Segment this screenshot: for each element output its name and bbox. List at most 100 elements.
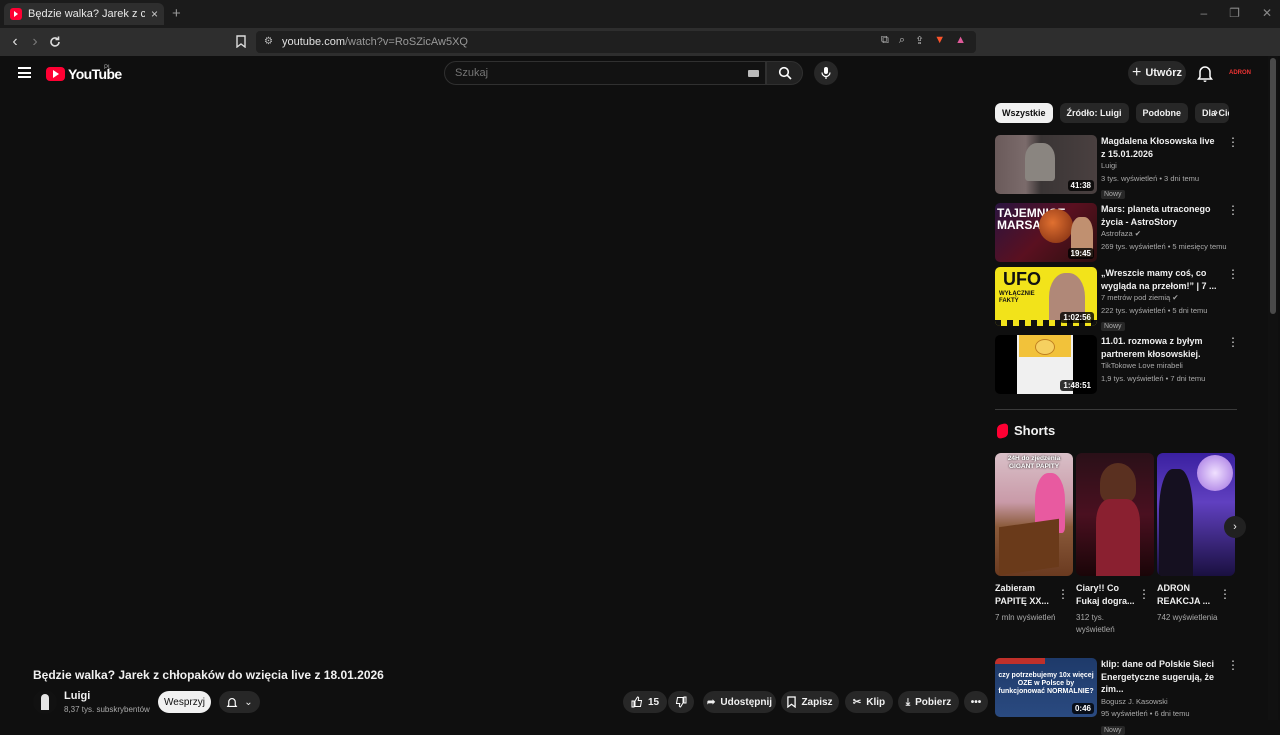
chip-all[interactable]: Wszystkie bbox=[995, 103, 1053, 123]
account-avatar[interactable]: ADRON bbox=[1228, 64, 1252, 82]
brave-rewards-icon[interactable]: ▲ bbox=[955, 34, 966, 47]
video-title[interactable]: Mars: planeta utraconego życia - AstroSt… bbox=[1101, 203, 1219, 228]
list-item[interactable]: 1:48:51 11.01. rozmowa z byłym partnerem… bbox=[995, 335, 1240, 395]
video-thumbnail[interactable]: TAJEMNICE MARSA 19:45 bbox=[995, 203, 1097, 262]
notifications-bell-icon[interactable] bbox=[1196, 63, 1214, 83]
search-box[interactable] bbox=[444, 61, 766, 85]
channel-avatar[interactable] bbox=[33, 690, 57, 714]
forward-icon[interactable]: › bbox=[26, 33, 44, 51]
short-item[interactable]: ADRON REAKCJA ... 742 wyświetlenia ⋮ bbox=[1157, 453, 1235, 624]
video-meta: 95 wyświetleń • 6 dni temu bbox=[1101, 709, 1190, 718]
chip-for-you[interactable]: Dla Ciebie bbox=[1195, 103, 1230, 123]
more-vert-icon[interactable]: ⋮ bbox=[1227, 204, 1239, 216]
new-tab-button[interactable]: + bbox=[172, 5, 181, 22]
list-item[interactable]: TAJEMNICE MARSA 19:45 Mars: planeta utra… bbox=[995, 203, 1240, 263]
microphone-icon bbox=[821, 67, 831, 79]
youtube-play-icon bbox=[46, 67, 65, 81]
browser-tab[interactable]: Będzie walka? Jarek z chłopaków × bbox=[4, 3, 164, 25]
short-title[interactable]: ADRON REAKCJA ... bbox=[1157, 582, 1223, 608]
guide-menu-icon[interactable] bbox=[18, 67, 31, 78]
notification-settings-button[interactable]: ⌄ bbox=[219, 691, 260, 713]
short-thumbnail[interactable] bbox=[1076, 453, 1154, 576]
thumbnail-subtext: WYŁĄCZNIE FAKTY bbox=[999, 291, 1035, 304]
video-title[interactable]: 11.01. rozmowa z byłym partnerem kłosows… bbox=[1101, 335, 1219, 360]
url-path: /watch?v=RoSZicAw5XQ bbox=[344, 36, 468, 48]
more-vert-icon[interactable]: ⋮ bbox=[1227, 136, 1239, 148]
short-item[interactable]: 24H do zjedzenia GIGANT PAPITY Zabieram … bbox=[995, 453, 1073, 624]
list-item[interactable]: czy potrzebujemy 10x więcej OZE w Polsce… bbox=[995, 658, 1240, 735]
video-player[interactable] bbox=[0, 92, 980, 652]
short-title[interactable]: Zabieram PAPITĘ XX... bbox=[995, 582, 1061, 608]
short-thumbnail[interactable] bbox=[1157, 453, 1235, 576]
search-input[interactable] bbox=[455, 67, 735, 79]
clip-button[interactable]: ✂ Klip bbox=[845, 691, 893, 713]
dislike-button[interactable] bbox=[668, 691, 694, 713]
video-title[interactable]: klip: dane od Polskie Sieci Energetyczne… bbox=[1101, 658, 1219, 696]
shorts-next-button[interactable]: › bbox=[1224, 516, 1246, 538]
more-vert-icon[interactable]: ⋮ bbox=[1227, 659, 1239, 671]
share-button[interactable]: ➦ Udostępnij bbox=[703, 691, 776, 713]
open-external-icon[interactable]: ⧉ bbox=[881, 34, 889, 47]
search-button[interactable] bbox=[766, 61, 803, 85]
verified-icon: ✔ bbox=[1172, 293, 1179, 302]
short-title[interactable]: Ciary!! Co Fukaj dogra... bbox=[1076, 582, 1142, 608]
close-window-icon[interactable]: ✕ bbox=[1262, 6, 1272, 20]
restore-icon[interactable]: ❐ bbox=[1229, 6, 1240, 20]
scrollbar-thumb[interactable] bbox=[1270, 58, 1276, 314]
more-vert-icon[interactable]: ⋮ bbox=[1227, 268, 1239, 280]
save-button[interactable]: Zapisz bbox=[781, 691, 839, 713]
list-item[interactable]: UFO WYŁĄCZNIE FAKTY 1:02:56 „Wreszcie ma… bbox=[995, 267, 1240, 331]
keyboard-icon[interactable] bbox=[748, 70, 759, 77]
share-arrow-icon: ➦ bbox=[706, 696, 716, 708]
address-bar[interactable]: ⚙ youtube.com/watch?v=RoSZicAw5XQ ⧉ ⌕ ⇪ … bbox=[256, 31, 976, 53]
video-thumbnail[interactable]: 1:48:51 bbox=[995, 335, 1097, 394]
clip-label: Klip bbox=[866, 696, 886, 708]
chips-next-icon[interactable]: › bbox=[1214, 105, 1218, 119]
video-thumbnail[interactable]: 41:38 bbox=[995, 135, 1097, 194]
divider bbox=[995, 409, 1237, 410]
back-icon[interactable]: ‹ bbox=[6, 33, 24, 51]
video-title[interactable]: „Wreszcie mamy coś, co wygląda na przeło… bbox=[1101, 267, 1219, 292]
share-icon[interactable]: ⇪ bbox=[915, 34, 924, 47]
video-channel[interactable]: Astrofaza bbox=[1101, 229, 1133, 238]
like-button[interactable]: 15 bbox=[623, 691, 667, 713]
video-meta: 1,9 tys. wyświetleń • 7 dni temu bbox=[1101, 373, 1206, 383]
video-channel[interactable]: TikTokowe Love mirabeli bbox=[1101, 360, 1219, 373]
short-thumbnail[interactable]: 24H do zjedzenia GIGANT PAPITY bbox=[995, 453, 1073, 576]
video-channel[interactable]: Bogusz J. Kasowski bbox=[1101, 696, 1219, 709]
thumbnail-text: UFO bbox=[1003, 269, 1041, 289]
support-button[interactable]: Wesprzyj bbox=[158, 691, 211, 713]
list-item[interactable]: 41:38 Magdalena Kłosowska live z 15.01.2… bbox=[995, 135, 1240, 199]
plus-icon: + bbox=[1131, 64, 1142, 81]
download-button[interactable]: ⤓ Pobierz bbox=[898, 691, 959, 713]
more-vert-icon[interactable]: ⋮ bbox=[1138, 587, 1150, 601]
channel-name[interactable]: Luigi bbox=[64, 690, 90, 702]
zoom-icon[interactable]: ⌕ bbox=[899, 34, 905, 47]
more-actions-button[interactable]: ••• bbox=[964, 691, 988, 713]
more-vert-icon[interactable]: ⋮ bbox=[1057, 587, 1069, 601]
site-info-icon[interactable]: ⚙ bbox=[264, 36, 273, 47]
short-item[interactable]: Ciary!! Co Fukaj dogra... 312 tys. wyświ… bbox=[1076, 453, 1154, 636]
video-channel[interactable]: Luigi bbox=[1101, 160, 1219, 173]
youtube-logo[interactable]: YouTube PL bbox=[46, 65, 122, 82]
video-channel[interactable]: 7 metrów pod ziemią bbox=[1101, 293, 1170, 302]
brave-shield-icon[interactable]: ▼ bbox=[934, 34, 945, 47]
chip-related[interactable]: Podobne bbox=[1135, 103, 1189, 123]
video-duration: 19:45 bbox=[1067, 248, 1094, 259]
create-button[interactable]: + Utwórz bbox=[1128, 61, 1186, 85]
more-vert-icon[interactable]: ⋮ bbox=[1219, 587, 1231, 601]
reload-icon[interactable] bbox=[48, 35, 62, 49]
chip-source-luigi[interactable]: Źródło: Luigi bbox=[1059, 103, 1129, 123]
search-icon bbox=[778, 66, 792, 80]
voice-search-button[interactable] bbox=[814, 61, 838, 85]
more-vert-icon[interactable]: ⋮ bbox=[1227, 336, 1239, 348]
bookmark-icon[interactable] bbox=[236, 35, 246, 48]
video-thumbnail[interactable]: UFO WYŁĄCZNIE FAKTY 1:02:56 bbox=[995, 267, 1097, 326]
tab-close-icon[interactable]: × bbox=[151, 7, 158, 21]
video-duration: 1:02:56 bbox=[1060, 312, 1094, 323]
short-views: 312 tys. wyświetleń bbox=[1076, 613, 1115, 634]
video-title[interactable]: Magdalena Kłosowska live z 15.01.2026 bbox=[1101, 135, 1219, 160]
video-thumbnail[interactable]: czy potrzebujemy 10x więcej OZE w Polsce… bbox=[995, 658, 1097, 717]
minimize-icon[interactable]: – bbox=[1200, 6, 1207, 20]
download-label: Pobierz bbox=[915, 696, 952, 708]
